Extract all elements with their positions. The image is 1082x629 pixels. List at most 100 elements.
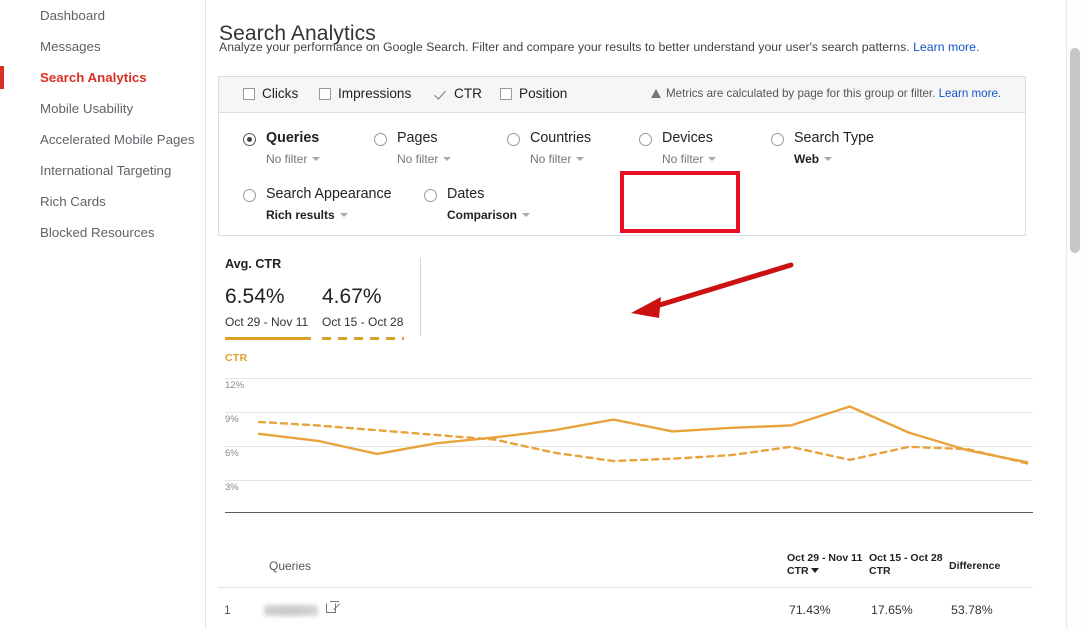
sidebar-item-label: Dashboard — [40, 8, 106, 23]
radio-icon[interactable] — [243, 133, 256, 146]
metric-checkbox-impressions[interactable]: Impressions — [319, 86, 411, 101]
dimension-label: Dates — [447, 186, 485, 202]
sidebar-item-label: Messages — [40, 39, 101, 54]
table-row[interactable]: 1 71.43% 17.65% 53.78% » — [218, 588, 1033, 629]
column-header-line2: CTR — [869, 565, 891, 577]
search-analytics-page: Dashboard Messages Search Analytics Mobi… — [0, 0, 1082, 629]
dimension-label: Queries — [266, 130, 320, 146]
radio-icon[interactable] — [507, 133, 520, 146]
check-icon — [435, 88, 447, 100]
metrics-note-learn-more-link[interactable]: Learn more. — [939, 87, 1002, 100]
table-column-header-previous-ctr[interactable]: Oct 15 - Oct 28 CTR — [869, 552, 943, 578]
dimension-filter-dropdown[interactable]: No filter — [266, 152, 321, 166]
chevron-down-icon — [708, 157, 717, 161]
summary-current-period: 6.54% Oct 29 - Nov 11 — [225, 285, 311, 340]
summary-divider — [420, 258, 421, 336]
chevron-down-icon — [339, 213, 348, 217]
sidebar: Dashboard Messages Search Analytics Mobi… — [0, 0, 206, 629]
sort-descending-icon — [810, 568, 819, 573]
row-current-ctr: 71.43% — [789, 603, 831, 617]
radio-icon[interactable] — [771, 133, 784, 146]
dimension-filter-dropdown[interactable]: Rich results — [266, 208, 348, 222]
column-header-line1: Oct 15 - Oct 28 — [869, 552, 943, 564]
sidebar-item-mobile-usability[interactable]: Mobile Usability — [0, 93, 205, 124]
dimension-filter-value: No filter — [530, 152, 572, 166]
summary-current-value: 6.54% — [225, 285, 285, 308]
sidebar-item-rich-cards[interactable]: Rich Cards — [0, 186, 205, 217]
chevron-down-icon — [824, 157, 833, 161]
filter-panel: Clicks Impressions CTR Position Metrics … — [218, 76, 1026, 236]
scrollbar-thumb[interactable] — [1070, 48, 1080, 253]
metric-label: Clicks — [262, 86, 299, 101]
summary-title: Avg. CTR — [225, 257, 282, 271]
table-column-header-difference[interactable]: Difference — [949, 560, 1000, 573]
metric-checkbox-ctr[interactable]: CTR — [435, 86, 482, 101]
sidebar-item-label: Search Analytics — [40, 70, 147, 85]
chevron-down-icon — [522, 213, 531, 217]
dimension-label: Pages — [397, 130, 438, 146]
table-column-header-current-ctr[interactable]: Oct 29 - Nov 11 CTR — [787, 552, 862, 578]
checkbox-icon — [243, 88, 255, 100]
radio-icon[interactable] — [424, 189, 437, 202]
radio-icon[interactable] — [639, 133, 652, 146]
chevron-down-icon — [312, 157, 321, 161]
metric-summary: Avg. CTR 6.54% Oct 29 - Nov 11 4.67% Oct… — [218, 252, 1038, 347]
dimension-label: Search Type — [794, 130, 875, 146]
sidebar-item-search-analytics[interactable]: Search Analytics — [0, 62, 205, 93]
dimension-filter-value: Web — [794, 152, 820, 166]
external-link-icon[interactable] — [326, 601, 339, 613]
summary-previous-value: 4.67% — [322, 285, 382, 308]
dimension-filter-dropdown[interactable]: Comparison — [447, 208, 531, 222]
metric-label: Impressions — [338, 86, 412, 101]
chart-baseline-axis — [225, 512, 1033, 513]
row-difference: 53.78% — [951, 603, 993, 617]
dimension-filter-value: No filter — [662, 152, 704, 166]
dimension-label: Devices — [662, 130, 713, 146]
table-column-header-queries[interactable]: Queries — [269, 559, 311, 573]
page-description-text: Analyze your performance on Google Searc… — [219, 40, 910, 54]
sidebar-item-messages[interactable]: Messages — [0, 31, 205, 62]
radio-icon[interactable] — [243, 189, 256, 202]
summary-previous-line-swatch — [322, 337, 404, 340]
checkbox-icon — [500, 88, 512, 100]
sidebar-item-label: International Targeting — [40, 163, 172, 178]
chart-plot-area — [257, 405, 1029, 465]
metric-checkbox-clicks[interactable]: Clicks — [243, 86, 298, 101]
sidebar-item-label: Blocked Resources — [40, 225, 155, 240]
chart-series-current — [257, 405, 1029, 464]
summary-previous-period: 4.67% Oct 15 - Oct 28 — [322, 285, 404, 340]
dimension-filter-dropdown[interactable]: No filter — [397, 152, 452, 166]
dimension-filter-value: No filter — [397, 152, 439, 166]
warning-icon — [651, 89, 661, 98]
column-header-line2: CTR — [787, 565, 809, 577]
queries-table: Queries Oct 29 - Nov 11 CTR Oct 15 - Oct… — [218, 543, 1033, 629]
page-description: Analyze your performance on Google Searc… — [219, 40, 979, 54]
sidebar-item-dashboard[interactable]: Dashboard — [0, 0, 205, 31]
sidebar-item-blocked-resources[interactable]: Blocked Resources — [0, 217, 205, 248]
sidebar-item-international-targeting[interactable]: International Targeting — [0, 155, 205, 186]
sidebar-item-accelerated-mobile-pages[interactable]: Accelerated Mobile Pages — [0, 124, 205, 155]
dimension-label: Search Appearance — [266, 186, 392, 202]
dimension-label: Countries — [530, 130, 592, 146]
dimension-filter-value: Comparison — [447, 208, 518, 222]
metrics-note-text: Metrics are calculated by page for this … — [666, 87, 936, 100]
table-header-row: Queries Oct 29 - Nov 11 CTR Oct 15 - Oct… — [218, 543, 1033, 588]
dimension-filter-dropdown[interactable]: No filter — [662, 152, 717, 166]
summary-previous-range: Oct 15 - Oct 28 — [322, 315, 404, 329]
chevron-down-icon — [443, 157, 452, 161]
metric-checkbox-position[interactable]: Position — [500, 86, 567, 101]
dimension-filter-value: Rich results — [266, 208, 335, 222]
metric-label: CTR — [454, 86, 482, 101]
row-previous-ctr: 17.65% — [871, 603, 913, 617]
dimension-filter-dropdown[interactable]: No filter — [530, 152, 585, 166]
chart-series-previous — [257, 420, 1029, 465]
radio-icon[interactable] — [374, 133, 387, 146]
dimension-filter-dropdown[interactable]: Web — [794, 152, 833, 166]
column-header-line1: Oct 29 - Nov 11 — [787, 552, 863, 564]
page-scrollbar[interactable] — [1066, 0, 1082, 629]
metrics-note: Metrics are calculated by page for this … — [651, 87, 1001, 100]
metrics-bar: Clicks Impressions CTR Position Metrics … — [219, 77, 1025, 113]
row-index: 1 — [224, 603, 231, 617]
page-description-learn-more-link[interactable]: Learn more. — [913, 40, 979, 54]
summary-current-line-swatch — [225, 337, 311, 340]
